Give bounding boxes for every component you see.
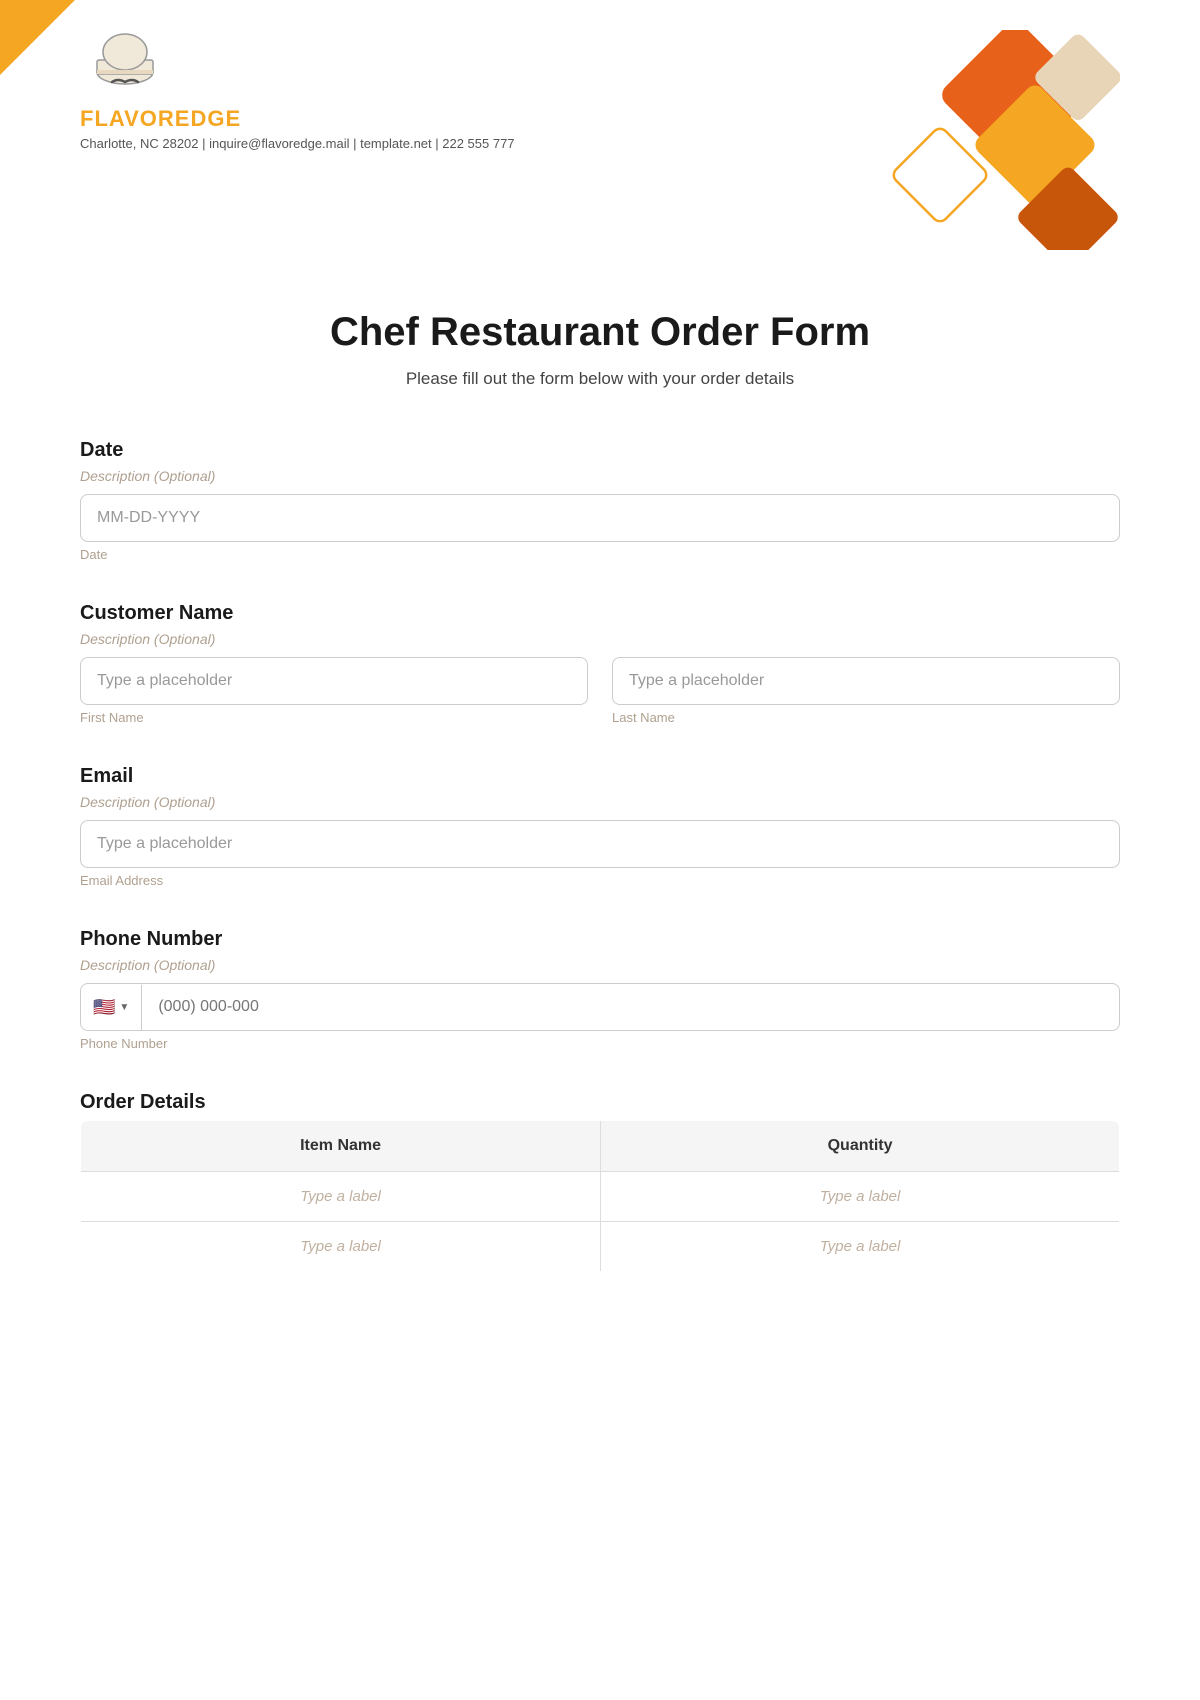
first-name-input[interactable]	[80, 657, 588, 705]
phone-input[interactable]	[142, 984, 1119, 1030]
country-selector[interactable]: 🇺🇸 ▼	[81, 985, 142, 1030]
main-content: Chef Restaurant Order Form Please fill o…	[0, 270, 1200, 1372]
logo-section: FLAVOREDGE Charlotte, NC 28202 | inquire…	[80, 30, 515, 151]
phone-input-row: 🇺🇸 ▼	[80, 983, 1120, 1031]
phone-section: Phone Number Description (Optional) 🇺🇸 ▼…	[80, 928, 1120, 1051]
email-label: Email	[80, 765, 1120, 788]
date-sublabel: Date	[80, 547, 1120, 562]
last-name-col: Last Name	[612, 657, 1120, 725]
date-section: Date Description (Optional) Date	[80, 439, 1120, 562]
quantity-header: Quantity	[601, 1121, 1120, 1172]
email-sublabel: Email Address	[80, 873, 1120, 888]
table-header-row: Item Name Quantity	[81, 1121, 1120, 1172]
deco-shapes-right	[800, 30, 1120, 250]
first-name-col: First Name	[80, 657, 588, 725]
brand-name: FLAVOREDGE	[80, 106, 241, 132]
quantity-cell-1: Type a label	[601, 1172, 1120, 1222]
customer-name-label: Customer Name	[80, 602, 1120, 625]
brand-info: Charlotte, NC 28202 | inquire@flavoredge…	[80, 136, 515, 151]
item-name-cell-2: Type a label	[81, 1222, 601, 1272]
customer-name-section: Customer Name Description (Optional) Fir…	[80, 602, 1120, 725]
phone-sublabel: Phone Number	[80, 1036, 1120, 1051]
page-header: FLAVOREDGE Charlotte, NC 28202 | inquire…	[0, 0, 1200, 270]
date-desc: Description (Optional)	[80, 468, 1120, 484]
quantity-cell-2: Type a label	[601, 1222, 1120, 1272]
table-row: Type a label Type a label	[81, 1222, 1120, 1272]
first-name-sublabel: First Name	[80, 710, 588, 725]
date-input[interactable]	[80, 494, 1120, 542]
order-table: Item Name Quantity Type a label Type a l…	[80, 1120, 1120, 1272]
email-section: Email Description (Optional) Email Addre…	[80, 765, 1120, 888]
table-row: Type a label Type a label	[81, 1172, 1120, 1222]
last-name-input[interactable]	[612, 657, 1120, 705]
email-desc: Description (Optional)	[80, 794, 1120, 810]
form-subtitle: Please fill out the form below with your…	[80, 369, 1120, 389]
phone-label: Phone Number	[80, 928, 1120, 951]
email-input[interactable]	[80, 820, 1120, 868]
logo-icon	[80, 30, 170, 100]
phone-desc: Description (Optional)	[80, 957, 1120, 973]
item-name-header: Item Name	[81, 1121, 601, 1172]
form-title: Chef Restaurant Order Form	[80, 310, 1120, 355]
customer-name-desc: Description (Optional)	[80, 631, 1120, 647]
order-details-label: Order Details	[80, 1091, 1120, 1114]
chevron-down-icon: ▼	[119, 1002, 129, 1013]
name-fields-row: First Name Last Name	[80, 657, 1120, 725]
last-name-sublabel: Last Name	[612, 710, 1120, 725]
item-name-cell-1: Type a label	[81, 1172, 601, 1222]
us-flag-icon: 🇺🇸	[93, 997, 115, 1018]
date-label: Date	[80, 439, 1120, 462]
order-details-section: Order Details Item Name Quantity Type a …	[80, 1091, 1120, 1272]
